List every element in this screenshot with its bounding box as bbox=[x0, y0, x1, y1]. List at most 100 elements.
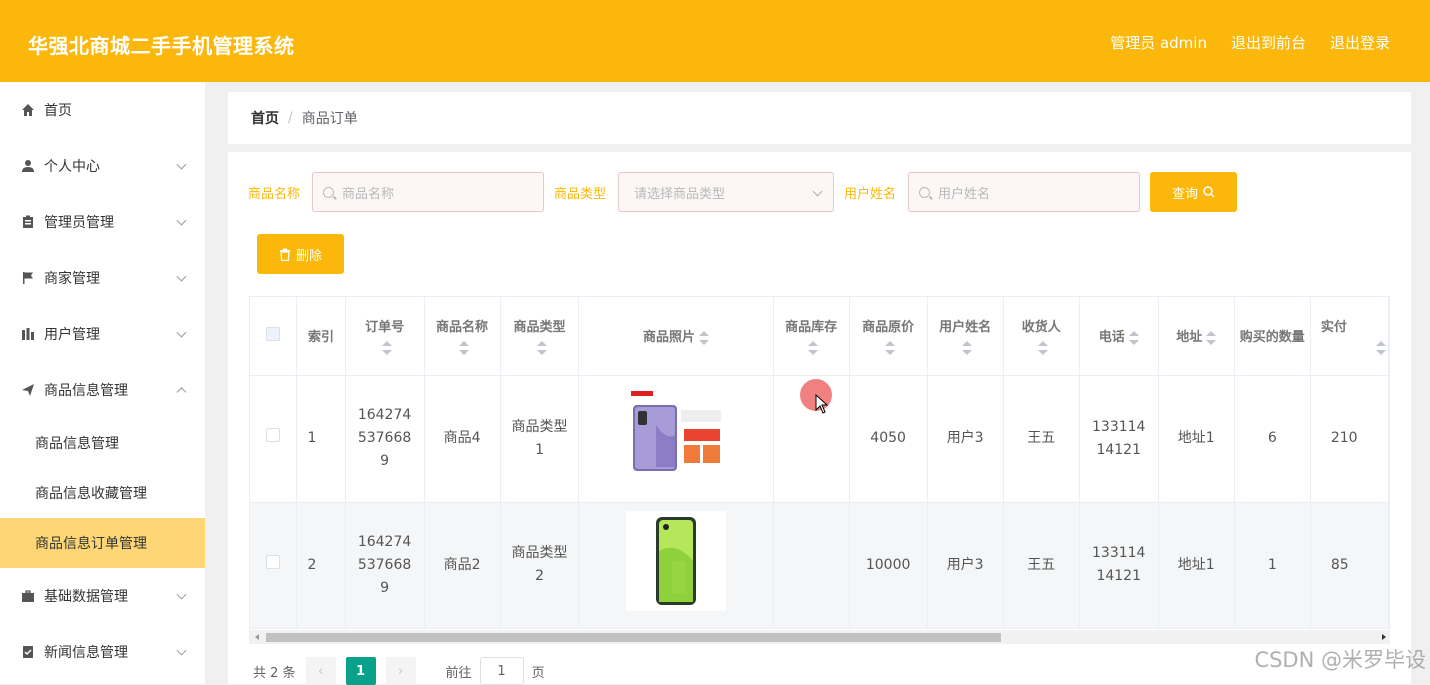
product-type-select[interactable]: 请选择商品类型 bbox=[618, 172, 835, 212]
cell-product-photo bbox=[578, 375, 774, 503]
horizontal-scrollbar[interactable] bbox=[249, 630, 1390, 644]
total-count: 共 2 条 bbox=[253, 665, 296, 681]
row-checkbox[interactable] bbox=[266, 554, 281, 569]
cell-receiver: 王五 bbox=[1003, 502, 1080, 629]
delete-button[interactable]: 删除 bbox=[257, 234, 344, 274]
cell-address: 地址1 bbox=[1158, 502, 1235, 629]
user-name-input[interactable]: 用户姓名 bbox=[908, 172, 1141, 212]
cell-address: 地址1 bbox=[1158, 375, 1235, 503]
briefcase-icon bbox=[20, 588, 36, 604]
row-checkbox[interactable] bbox=[266, 428, 281, 442]
chevron-down-icon bbox=[176, 645, 187, 656]
sidebar-subitem-product-favorites[interactable]: 商品信息收藏管理 bbox=[0, 468, 205, 518]
sidebar-item-home[interactable]: 首页 bbox=[0, 82, 205, 138]
select-all-checkbox[interactable] bbox=[266, 326, 281, 341]
query-button[interactable]: 查询 bbox=[1150, 172, 1238, 212]
admin-user-link[interactable]: 管理员 admin bbox=[1110, 32, 1207, 53]
bar-chart-icon bbox=[20, 326, 36, 342]
breadcrumb: 首页 / 商品订单 bbox=[228, 92, 1411, 144]
logout-link[interactable]: 退出登录 bbox=[1330, 32, 1390, 53]
scroll-right-arrow-icon[interactable] bbox=[1382, 634, 1386, 640]
col-header-phone[interactable]: 电话 bbox=[1079, 297, 1159, 376]
back-to-front-link[interactable]: 退出到前台 bbox=[1231, 32, 1306, 53]
sidebar-subitem-product-orders[interactable]: 商品信息订单管理 bbox=[0, 518, 205, 568]
sort-icon[interactable] bbox=[536, 341, 547, 356]
col-header-price[interactable]: 商品原价 bbox=[849, 297, 928, 376]
sidebar-item-products[interactable]: 商品信息管理 bbox=[0, 362, 205, 418]
app-title: 华强北商城二手手机管理系统 bbox=[28, 34, 295, 58]
cell-product-type: 商品类型1 bbox=[500, 375, 580, 503]
sort-icon[interactable] bbox=[1376, 341, 1386, 356]
col-header-product-name[interactable]: 商品名称 bbox=[424, 297, 501, 376]
prev-page-button[interactable]: ‹ bbox=[305, 657, 336, 685]
next-page-button[interactable]: › bbox=[385, 657, 416, 685]
col-header-stock[interactable]: 商品库存 bbox=[773, 297, 850, 376]
breadcrumb-current: 商品订单 bbox=[301, 111, 358, 127]
cell-price: 4050 bbox=[849, 375, 928, 503]
user-icon bbox=[20, 158, 36, 174]
sort-icon[interactable] bbox=[459, 341, 470, 356]
product-name-input[interactable]: 商品名称 bbox=[312, 172, 545, 212]
sort-icon[interactable] bbox=[1128, 330, 1139, 345]
col-header-paid[interactable]: 实付 bbox=[1310, 297, 1389, 376]
sidebar-item-admins[interactable]: 管理员管理 bbox=[0, 194, 205, 250]
sort-icon[interactable] bbox=[808, 341, 819, 356]
page-number-button[interactable]: 1 bbox=[345, 657, 376, 685]
product-name-label: 商品名称 bbox=[248, 186, 301, 202]
col-header-address[interactable]: 地址 bbox=[1158, 297, 1235, 376]
sidebar-item-base-data[interactable]: 基础数据管理 bbox=[0, 568, 205, 624]
col-header-order-no[interactable]: 订单号 bbox=[345, 297, 425, 376]
product-photo-oneplus[interactable] bbox=[626, 384, 726, 485]
sidebar: 首页 个人中心 管理员管理 商家管理 用户管理 商品信息管理 商品信息管理 商品… bbox=[0, 82, 205, 684]
product-name-placeholder: 商品名称 bbox=[342, 186, 395, 202]
sidebar-item-label: 首页 bbox=[44, 103, 72, 119]
search-icon bbox=[323, 186, 335, 198]
sidebar-item-label: 商品信息管理 bbox=[44, 383, 128, 399]
content-panel: 商品名称 商品名称 商品类型 请选择商品类型 用户姓名 用户姓名 查询 删除 索… bbox=[228, 152, 1411, 685]
col-header-index: 索引 bbox=[296, 297, 346, 376]
table-row[interactable]: 2 1642745376689 商品2 商品类型2 10000 用户3 王五 1… bbox=[250, 502, 1389, 629]
sidebar-item-label: 商家管理 bbox=[44, 271, 100, 287]
col-header-user-name[interactable]: 用户姓名 bbox=[927, 297, 1004, 376]
col-header-quantity[interactable]: 购买的数量 bbox=[1234, 297, 1311, 376]
scrollbar-thumb[interactable] bbox=[266, 633, 1001, 642]
checklist-icon bbox=[20, 644, 36, 660]
search-icon bbox=[1203, 186, 1215, 198]
breadcrumb-home[interactable]: 首页 bbox=[251, 108, 279, 128]
chevron-down-icon bbox=[812, 186, 823, 197]
sort-icon[interactable] bbox=[962, 341, 973, 356]
col-header-product-photo[interactable]: 商品照片 bbox=[578, 297, 774, 376]
cell-phone: 13311414121 bbox=[1079, 375, 1159, 503]
scroll-left-arrow-icon[interactable] bbox=[255, 634, 259, 640]
col-header-product-type[interactable]: 商品类型 bbox=[500, 297, 580, 376]
sort-icon[interactable] bbox=[885, 341, 896, 356]
top-header: 华强北商城二手手机管理系统 管理员 admin 退出到前台 退出登录 bbox=[0, 0, 1430, 82]
cell-phone: 13311414121 bbox=[1079, 502, 1159, 629]
sidebar-item-merchants[interactable]: 商家管理 bbox=[0, 250, 205, 306]
sidebar-item-profile[interactable]: 个人中心 bbox=[0, 138, 205, 194]
cell-product-photo bbox=[578, 502, 774, 629]
table-header-row: 索引 订单号 商品名称 商品类型 商品照片 商品库存 商品原价 用户姓名 收货人… bbox=[250, 297, 1389, 376]
cell-user-name: 用户3 bbox=[927, 502, 1004, 629]
delete-label: 删除 bbox=[295, 248, 322, 264]
product-photo-realme[interactable] bbox=[626, 511, 726, 611]
cell-product-type: 商品类型2 bbox=[500, 502, 580, 629]
sidebar-subitem-product-info[interactable]: 商品信息管理 bbox=[0, 418, 205, 468]
flag-icon bbox=[20, 270, 36, 286]
sidebar-item-news[interactable]: 新闻信息管理 bbox=[0, 624, 205, 680]
cell-user-name: 用户3 bbox=[927, 375, 1004, 503]
chevron-down-icon bbox=[176, 327, 187, 338]
sort-icon[interactable] bbox=[1206, 330, 1217, 345]
query-label: 查询 bbox=[1172, 186, 1199, 202]
col-header-receiver[interactable]: 收货人 bbox=[1003, 297, 1080, 376]
goto-page-input[interactable]: 1 bbox=[479, 657, 524, 685]
home-icon bbox=[20, 102, 36, 118]
sidebar-item-users[interactable]: 用户管理 bbox=[0, 306, 205, 362]
sidebar-item-label: 新闻信息管理 bbox=[44, 645, 128, 661]
sort-icon[interactable] bbox=[1038, 341, 1049, 356]
sort-icon[interactable] bbox=[699, 330, 710, 345]
select-all-cell bbox=[250, 297, 298, 376]
sort-icon[interactable] bbox=[381, 341, 392, 356]
clipboard-icon bbox=[20, 214, 36, 230]
cell-order-no: 1642745376689 bbox=[345, 375, 425, 503]
